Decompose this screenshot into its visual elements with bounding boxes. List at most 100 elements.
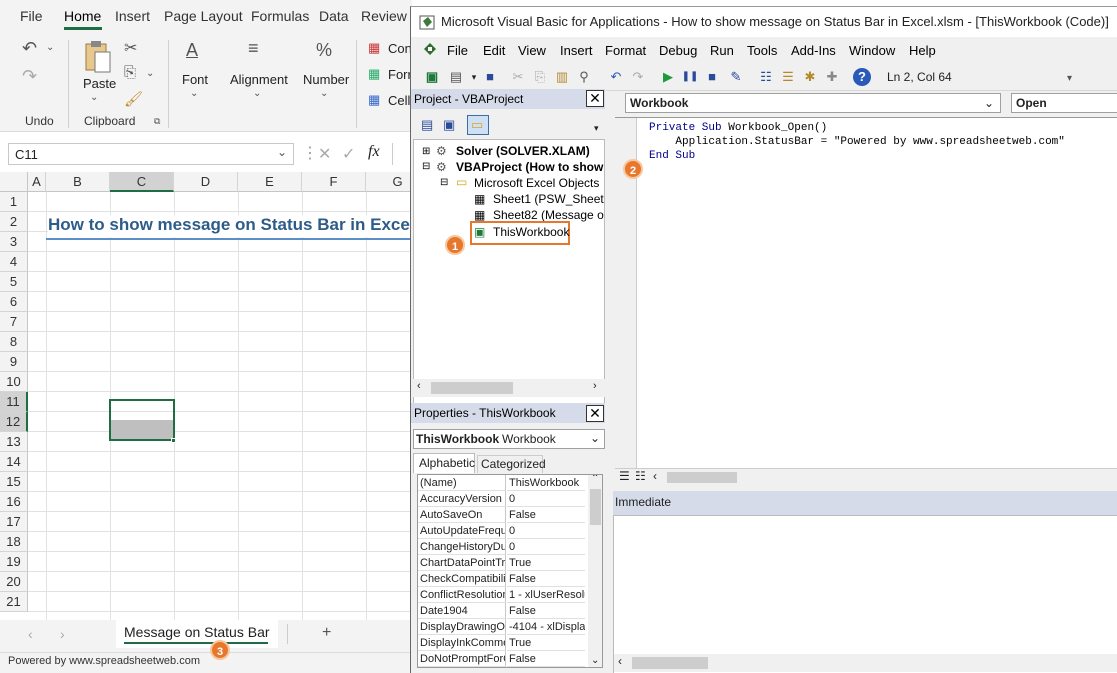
chevron-down-icon[interactable]: ⌄ — [190, 88, 198, 99]
scroll-thumb[interactable] — [590, 489, 601, 525]
view-excel-icon[interactable]: ▣ — [423, 68, 441, 86]
row-header[interactable]: 6 — [0, 292, 28, 312]
tree-item-excel-objects[interactable]: Microsoft Excel Objects — [474, 176, 599, 190]
properties-icon[interactable]: ☰ — [779, 68, 797, 86]
column-header[interactable]: D — [174, 172, 238, 192]
row-header[interactable]: 9 — [0, 352, 28, 372]
object-browser-icon[interactable]: ✱ — [801, 68, 819, 86]
confirm-icon[interactable]: ✓ — [342, 144, 355, 164]
chevron-down-icon[interactable]: ⌄ — [320, 88, 328, 99]
row-header[interactable]: 14 — [0, 452, 28, 472]
procedure-view-icon[interactable]: ☰ — [619, 469, 630, 483]
menu-insert[interactable]: Insert — [560, 43, 593, 58]
name-box[interactable]: C11 ⌄ — [8, 143, 294, 165]
cell-styles-label[interactable]: Cell — [388, 93, 410, 108]
row-header[interactable]: 19 — [0, 552, 28, 572]
scroll-thumb[interactable] — [667, 472, 737, 483]
column-header[interactable]: C — [110, 172, 174, 192]
property-name[interactable]: AutoSaveOn — [418, 507, 506, 523]
tree-item-sheet1[interactable]: Sheet1 (PSW_Sheet) — [493, 192, 604, 206]
row-header[interactable]: 11 — [0, 392, 28, 412]
properties-grid[interactable]: (Name) ThisWorkbook AccuracyVersion 0 AutoSa… — [417, 474, 603, 668]
tree-item-solver[interactable]: Solver (SOLVER.XLAM) — [456, 144, 590, 158]
code-line-1[interactable]: Private Sub Workbook_Open() — [649, 122, 827, 134]
cell-selection[interactable] — [109, 399, 175, 441]
select-all-corner[interactable] — [0, 172, 28, 192]
column-header[interactable]: A — [28, 172, 46, 192]
toggle-folders-button[interactable]: ▭ — [467, 115, 489, 135]
vba-system-menu-icon[interactable] — [421, 40, 439, 58]
row-header[interactable]: 17 — [0, 512, 28, 532]
toolbox-icon[interactable]: ✚ — [823, 68, 841, 86]
run-icon[interactable]: ▶ — [659, 68, 677, 86]
property-name[interactable]: ChangeHistoryDu — [418, 539, 506, 555]
close-icon[interactable]: ✕ — [586, 90, 604, 107]
view-code-icon[interactable]: ▤ — [421, 117, 433, 133]
menu-edit[interactable]: Edit — [483, 43, 505, 58]
code-editor[interactable]: Private Sub Workbook_Open() Application.… — [615, 117, 1117, 485]
procedure-combo[interactable]: Open — [1011, 93, 1117, 113]
property-value[interactable]: True — [507, 635, 585, 651]
project-tree[interactable]: ⊞ ⚙ Solver (SOLVER.XLAM) ⊟ ⚙ VBAProject … — [413, 139, 605, 405]
tab-page-layout[interactable]: Page Layout — [164, 8, 243, 24]
row-header[interactable]: 15 — [0, 472, 28, 492]
paste-icon[interactable]: ▥ — [553, 68, 571, 86]
property-name[interactable]: AccuracyVersion — [418, 491, 506, 507]
chevron-down-icon[interactable]: ⌄ — [253, 88, 261, 99]
property-value[interactable]: 0 — [507, 523, 585, 539]
menu-file[interactable]: File — [447, 43, 468, 58]
tab-file[interactable]: File — [20, 8, 43, 24]
scroll-left-icon[interactable]: ‹ — [28, 626, 33, 642]
paste-button-label[interactable]: Paste — [83, 76, 116, 91]
menu-debug[interactable]: Debug — [659, 43, 697, 58]
view-object-icon[interactable]: ▣ — [443, 117, 455, 133]
code-horizontal-scrollbar[interactable]: ☰ ☷ ‹ — [615, 468, 1117, 485]
project-tree-scrollbar[interactable]: ‹ › — [413, 379, 605, 397]
property-value[interactable]: ThisWorkbook — [507, 475, 585, 491]
property-name[interactable]: Date1904 — [418, 603, 506, 619]
column-header[interactable]: F — [302, 172, 366, 192]
property-name[interactable]: DoNotPromptForC — [418, 651, 506, 667]
scroll-left-icon[interactable]: ‹ — [618, 654, 622, 668]
collapse-icon[interactable]: ⊟ — [440, 177, 448, 188]
column-header[interactable]: E — [238, 172, 302, 192]
copy-icon[interactable]: ⎘ — [124, 64, 136, 81]
copy-icon[interactable]: ⎘ — [531, 68, 549, 86]
row-header[interactable]: 3 — [0, 232, 28, 252]
alignment-button-label[interactable]: Alignment — [230, 72, 288, 87]
object-combo[interactable]: Workbook ⌄ — [625, 93, 1001, 113]
row-header[interactable]: 7 — [0, 312, 28, 332]
property-name[interactable]: (Name) — [418, 475, 506, 491]
property-name[interactable]: CheckCompatibilit — [418, 571, 506, 587]
row-header[interactable]: 4 — [0, 252, 28, 272]
property-value[interactable]: False — [507, 603, 585, 619]
tab-data[interactable]: Data — [319, 8, 349, 24]
menu-add-ins[interactable]: Add-Ins — [791, 43, 836, 58]
tab-review[interactable]: Review — [361, 8, 407, 24]
scroll-thumb[interactable] — [431, 382, 513, 394]
scroll-left-icon[interactable]: ‹ — [653, 469, 657, 483]
paste-icon[interactable] — [82, 40, 112, 74]
insert-function-icon[interactable]: fx — [368, 143, 380, 161]
row-header[interactable]: 13 — [0, 432, 28, 452]
tab-formulas[interactable]: Formulas — [251, 8, 309, 24]
menu-view[interactable]: View — [518, 43, 546, 58]
alignment-icon[interactable]: ≡ — [248, 38, 259, 59]
save-icon[interactable]: ■ — [481, 68, 499, 86]
font-icon[interactable]: A — [186, 40, 198, 61]
property-value[interactable]: True — [507, 555, 585, 571]
code-line-3[interactable]: End Sub — [649, 150, 695, 162]
break-icon[interactable]: ❚❚ — [681, 68, 699, 86]
full-module-view-icon[interactable]: ☷ — [635, 469, 646, 483]
close-icon[interactable]: ✕ — [586, 405, 604, 422]
tab-home[interactable]: Home — [64, 8, 101, 24]
chevron-down-icon[interactable]: ⌄ — [46, 42, 54, 53]
property-value[interactable]: 1 - xlUserResolu — [507, 587, 585, 603]
cancel-icon[interactable]: ✕ — [318, 144, 331, 164]
conditional-formatting-label[interactable]: Con — [388, 41, 412, 56]
worksheet-grid[interactable]: A B C D E F G 1 2 3 4 5 6 7 8 9 10 11 12 13 14 15 16 17 1… — [0, 172, 412, 622]
chevron-down-icon[interactable]: ⌄ — [984, 94, 994, 112]
property-value[interactable]: -4104 - xlDisplay — [507, 619, 585, 635]
menu-help[interactable]: Help — [909, 43, 936, 58]
row-header[interactable]: 18 — [0, 532, 28, 552]
